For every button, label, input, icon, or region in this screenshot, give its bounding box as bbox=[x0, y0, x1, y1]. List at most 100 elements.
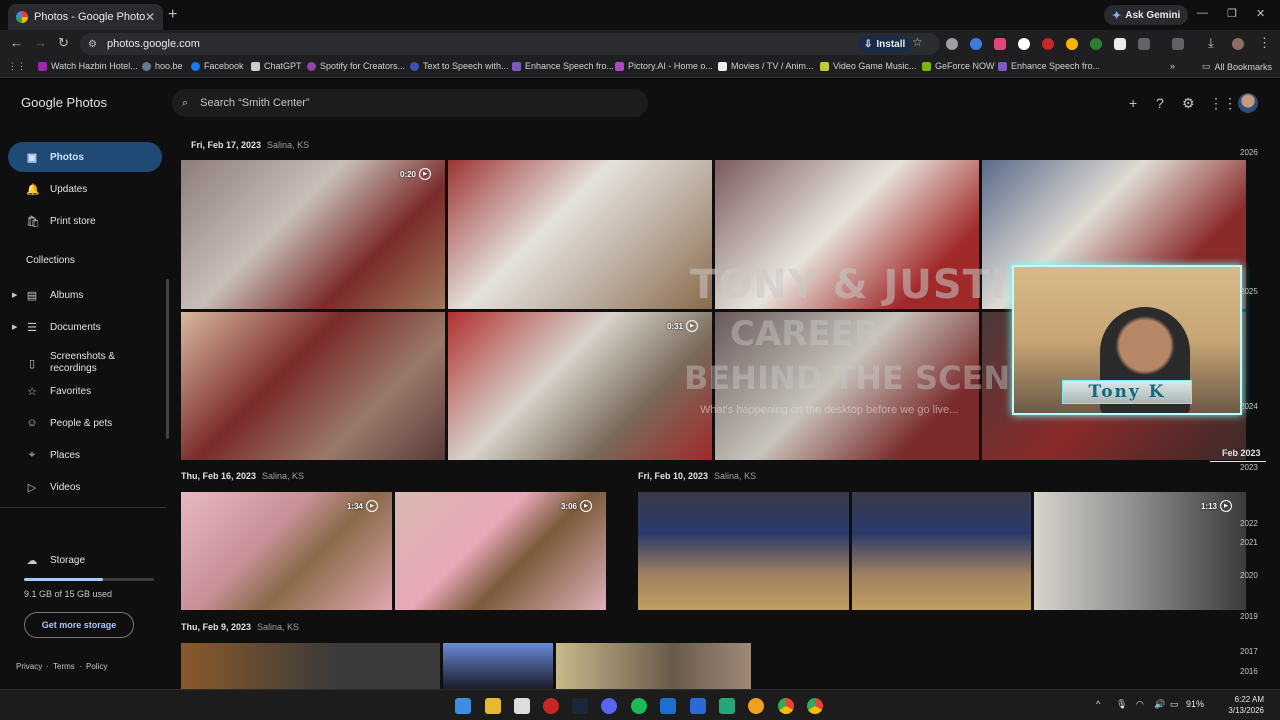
sidebar-item-updates[interactable]: 🔔 Updates bbox=[8, 174, 162, 204]
chrome-menu-icon[interactable]: ⋮ bbox=[1258, 35, 1271, 51]
extension-icon[interactable] bbox=[994, 38, 1006, 50]
group-location[interactable]: Salina, KS bbox=[262, 471, 304, 481]
ask-gemini-button[interactable]: ✦ Ask Gemini bbox=[1104, 5, 1189, 25]
tab-search-icon[interactable] bbox=[1172, 38, 1184, 50]
maximize-button[interactable]: ❐ bbox=[1227, 7, 1237, 20]
apps-grid-icon[interactable]: ⋮⋮ bbox=[8, 61, 26, 72]
policy-link[interactable]: Policy bbox=[86, 662, 107, 671]
photo-thumbnail[interactable] bbox=[852, 492, 1031, 610]
site-info-icon[interactable]: ⚙ bbox=[88, 39, 97, 50]
forward-arrow-icon[interactable]: → bbox=[34, 35, 47, 50]
timeline-year[interactable]: 2020 bbox=[1240, 571, 1258, 580]
bookmark-item[interactable]: Video Game Music... bbox=[820, 61, 916, 71]
photo-thumbnail[interactable] bbox=[181, 643, 440, 689]
timeline-year[interactable]: 2016 bbox=[1240, 667, 1258, 676]
browser-tab[interactable]: Photos - Google Photos ✕ bbox=[8, 4, 163, 30]
sidebar-item-places[interactable]: ⌖ Places bbox=[8, 440, 162, 470]
bookmark-item[interactable]: Spotify for Creators... bbox=[307, 61, 405, 71]
timeline-current-marker[interactable] bbox=[1210, 461, 1266, 462]
sidebar-item-people-pets[interactable]: ☺ People & pets bbox=[8, 408, 162, 438]
close-window-button[interactable]: ✕ bbox=[1256, 7, 1265, 20]
extension-icon[interactable] bbox=[1042, 38, 1054, 50]
bookmark-item[interactable]: Facebook bbox=[191, 61, 244, 71]
photo-thumbnail[interactable]: 0:31 ▶ bbox=[448, 312, 712, 460]
bookmark-item[interactable]: Watch Hazbin Hotel... bbox=[38, 61, 138, 71]
steam-icon[interactable] bbox=[572, 698, 588, 714]
help-icon[interactable]: ? bbox=[1156, 95, 1164, 111]
extension-icon[interactable] bbox=[970, 38, 982, 50]
get-more-storage-button[interactable]: Get more storage bbox=[24, 612, 134, 638]
reload-icon[interactable]: ↻ bbox=[58, 35, 69, 51]
app-icon[interactable] bbox=[660, 698, 676, 714]
search-input[interactable]: Search “Smith Center” bbox=[200, 97, 309, 109]
settings-gear-icon[interactable]: ⚙ bbox=[1182, 95, 1195, 112]
back-arrow-icon[interactable]: ← bbox=[10, 35, 23, 50]
system-clock[interactable]: 6:22 AM 3/13/2026 bbox=[1228, 694, 1264, 716]
sidebar-item-print-store[interactable]: 🛍 Print store bbox=[8, 206, 162, 236]
timeline-year[interactable]: 2026 bbox=[1240, 148, 1258, 157]
photo-thumbnail[interactable]: 3:06 ▶ bbox=[395, 492, 606, 610]
search-bar[interactable]: ⌕ Search “Smith Center” bbox=[172, 89, 648, 117]
sidebar-item-documents[interactable]: ▶ ☰ Documents bbox=[8, 312, 162, 342]
photo-thumbnail[interactable] bbox=[181, 312, 445, 460]
spotify-icon[interactable] bbox=[631, 698, 647, 714]
sidebar-item-favorites[interactable]: ☆ Favorites bbox=[8, 376, 162, 406]
file-explorer-icon[interactable] bbox=[485, 698, 501, 714]
timeline-year[interactable]: 2019 bbox=[1240, 612, 1258, 621]
app-icon[interactable] bbox=[719, 698, 735, 714]
tray-overflow-icon[interactable]: ^ bbox=[1096, 699, 1100, 709]
timeline-year[interactable]: 2025 bbox=[1240, 287, 1258, 296]
bookmark-item[interactable]: Movies / TV / Anim... bbox=[718, 61, 813, 71]
bookmark-item[interactable]: GeForce NOW bbox=[922, 61, 995, 71]
photo-thumbnail[interactable] bbox=[556, 643, 751, 689]
extension-icon[interactable] bbox=[1018, 38, 1030, 50]
extension-icon[interactable] bbox=[1090, 38, 1102, 50]
new-tab-button[interactable]: + bbox=[168, 6, 177, 24]
profile-avatar-icon[interactable] bbox=[1232, 38, 1244, 50]
bookmark-star-icon[interactable]: ☆ bbox=[912, 35, 923, 49]
extension-icon[interactable] bbox=[1066, 38, 1078, 50]
expand-caret-icon[interactable]: ▶ bbox=[12, 291, 17, 299]
app-icon[interactable] bbox=[748, 698, 764, 714]
sidebar-item-videos[interactable]: ▷ Videos bbox=[8, 472, 162, 502]
extension-icon[interactable] bbox=[1114, 38, 1126, 50]
bookmarks-overflow-icon[interactable]: » bbox=[1170, 61, 1175, 71]
terms-link[interactable]: Terms bbox=[53, 662, 75, 671]
bookmark-item[interactable]: Pictory.AI - Home o... bbox=[615, 61, 713, 71]
group-location[interactable]: Salina, KS bbox=[714, 471, 756, 481]
app-icon[interactable] bbox=[690, 698, 706, 714]
sidebar-scrollbar[interactable] bbox=[166, 279, 169, 439]
photo-thumbnail[interactable] bbox=[443, 643, 553, 689]
expand-caret-icon[interactable]: ▶ bbox=[12, 323, 17, 331]
microphone-icon[interactable]: 🎙 bbox=[1116, 699, 1127, 710]
account-avatar[interactable] bbox=[1238, 93, 1258, 113]
bookmark-item[interactable]: hoo.be bbox=[142, 61, 183, 71]
download-icon[interactable]: ⤓ bbox=[1208, 35, 1214, 51]
bookmark-item[interactable]: Enhance Speech fro... bbox=[512, 61, 614, 71]
photo-thumbnail[interactable]: 1:34 ▶ bbox=[181, 492, 392, 610]
sidebar-item-albums[interactable]: ▶ ▤ Albums bbox=[8, 280, 162, 310]
extensions-puzzle-icon[interactable] bbox=[1138, 38, 1150, 50]
bookmark-item[interactable]: Text to Speech with... bbox=[410, 61, 509, 71]
app-icon[interactable] bbox=[543, 698, 559, 714]
photo-thumbnail[interactable]: 0:20 ▶ bbox=[181, 160, 445, 309]
minimize-button[interactable]: — bbox=[1197, 7, 1208, 19]
timeline-year[interactable]: 2023 bbox=[1240, 463, 1258, 472]
photo-thumbnail[interactable] bbox=[448, 160, 712, 309]
sidebar-item-storage[interactable]: ☁ Storage bbox=[8, 545, 162, 575]
install-app-button[interactable]: ⇩ Install bbox=[858, 35, 912, 53]
photo-thumbnail[interactable]: 1:13 ▶ bbox=[1034, 492, 1246, 610]
timeline-year[interactable]: 2017 bbox=[1240, 647, 1258, 656]
bookmark-item[interactable]: Enhance Speech fro... bbox=[998, 61, 1100, 71]
timeline-year[interactable]: 2024 bbox=[1240, 402, 1258, 411]
timeline-year[interactable]: 2022 bbox=[1240, 519, 1258, 528]
google-photos-logo[interactable]: Google Photos bbox=[21, 95, 107, 110]
discord-icon[interactable] bbox=[601, 698, 617, 714]
group-location[interactable]: Salina, KS bbox=[267, 140, 309, 150]
extension-shield-icon[interactable] bbox=[946, 38, 958, 50]
start-windows-icon[interactable] bbox=[455, 698, 471, 714]
bookmark-item[interactable]: ChatGPT bbox=[251, 61, 302, 71]
store-icon[interactable] bbox=[514, 698, 530, 714]
wifi-icon[interactable]: ◠ bbox=[1136, 699, 1144, 710]
create-plus-icon[interactable]: + bbox=[1129, 95, 1137, 111]
